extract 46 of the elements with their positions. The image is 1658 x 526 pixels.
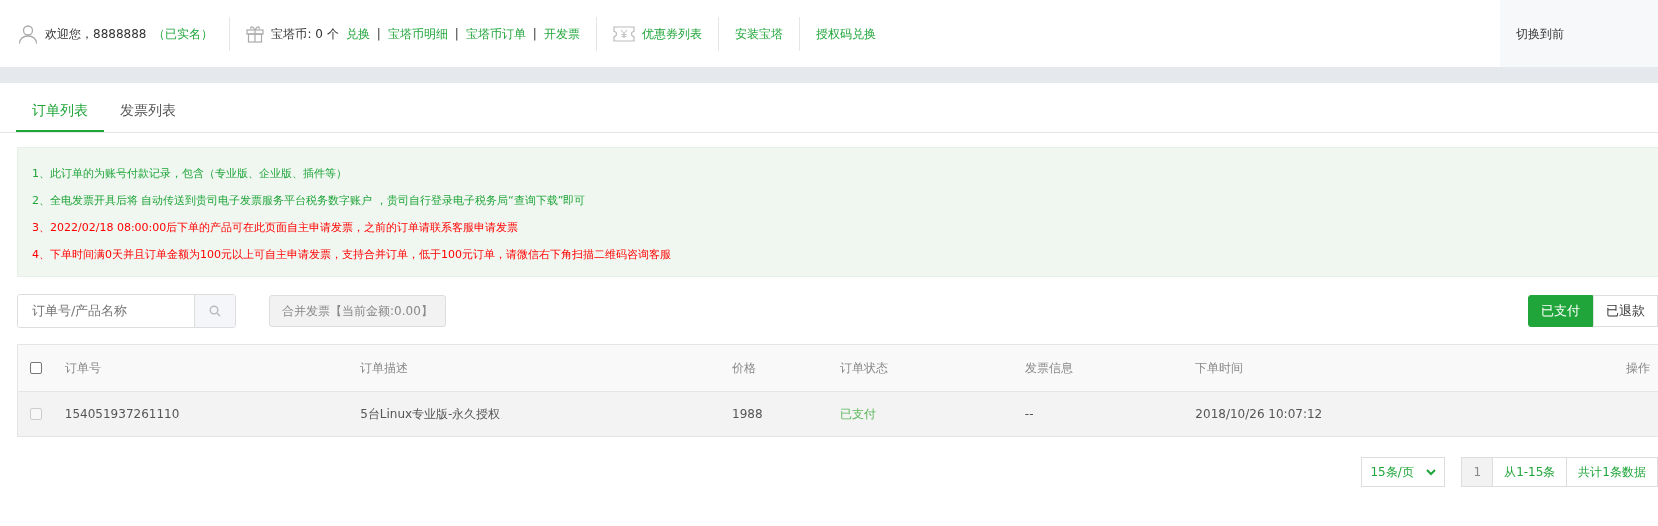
notice-text: 1、此订单的为账号付款记录，包含（专业版、企业版、插件等）: [32, 166, 348, 182]
select-all-checkbox[interactable]: [30, 362, 42, 375]
page-button[interactable]: 1: [1462, 458, 1494, 486]
coin-link[interactable]: 兑换: [345, 24, 370, 43]
separator-text: |: [376, 25, 381, 43]
table-cell: 1988: [732, 406, 763, 421]
search-icon: [209, 305, 221, 317]
coin-link[interactable]: 宝塔币订单: [465, 24, 526, 43]
nav-link[interactable]: 授权码兑换: [815, 24, 876, 43]
nav-link[interactable]: 安装宝塔: [734, 24, 783, 43]
ticket-icon: [612, 25, 635, 42]
status-text: 已支付: [840, 406, 877, 421]
column-header: 发票信息: [1024, 360, 1073, 375]
tab[interactable]: 订单列表: [16, 91, 104, 132]
search-field[interactable]: 订单号/产品名称: [17, 294, 236, 328]
table-cell: 154051937261110: [64, 406, 180, 421]
separator-text: |: [532, 25, 537, 43]
tab[interactable]: 发票列表: [104, 91, 192, 132]
gift-icon: [246, 24, 265, 43]
column-header: 订单状态: [840, 360, 889, 375]
page-range: 从1-15条: [1493, 458, 1568, 486]
notice-text: 2、全电发票开具后将 自动传送到贵司电子发票服务平台税务数字账户 ，贵司自行登录电子税务局“查询下载”即可: [32, 193, 587, 209]
coin-balance: 宝塔币: 0 个: [271, 25, 339, 43]
column-header: 操作: [1626, 360, 1650, 375]
notice-text: 3、2022/02/18 08:00:00后下单的产品可在此页面自主申请发票，之前的订单请联系客服申请发票: [32, 220, 520, 236]
coin-link[interactable]: 宝塔币明细: [387, 24, 448, 43]
switch-frontend-button[interactable]: 切换到前: [1500, 0, 1658, 67]
filter-button[interactable]: 已退款: [1593, 295, 1658, 327]
filter-button[interactable]: 已支付: [1528, 295, 1593, 327]
column-header: 订单描述: [360, 360, 409, 375]
nav-link[interactable]: 优惠券列表: [641, 24, 702, 43]
table-cell: --: [1024, 406, 1034, 421]
separator-text: |: [454, 25, 459, 43]
table-cell: 5台Linux专业版-永久授权: [360, 406, 501, 421]
verified-label: （已实名）: [153, 25, 214, 43]
column-header: 下单时间: [1195, 360, 1244, 375]
table-cell: 2018/10/26 10:07:12: [1195, 406, 1323, 421]
chevron-down-icon: [1426, 468, 1437, 476]
column-header: 价格: [732, 360, 757, 375]
page-size-select[interactable]: 15条/页: [1361, 457, 1446, 487]
column-header: 订单号: [64, 360, 101, 375]
welcome-text: 欢迎您，8888888: [45, 25, 147, 43]
user-icon: [18, 23, 38, 44]
notice-text: 4、下单时间满0天并且订单金额为100元以上可自主申请发票，支持合并订单，低于100元订单，请微信右下角扫描二维码咨询客服: [32, 247, 672, 263]
total-count: 共计1条数据: [1567, 458, 1658, 486]
coin-link[interactable]: 开发票: [543, 24, 580, 43]
